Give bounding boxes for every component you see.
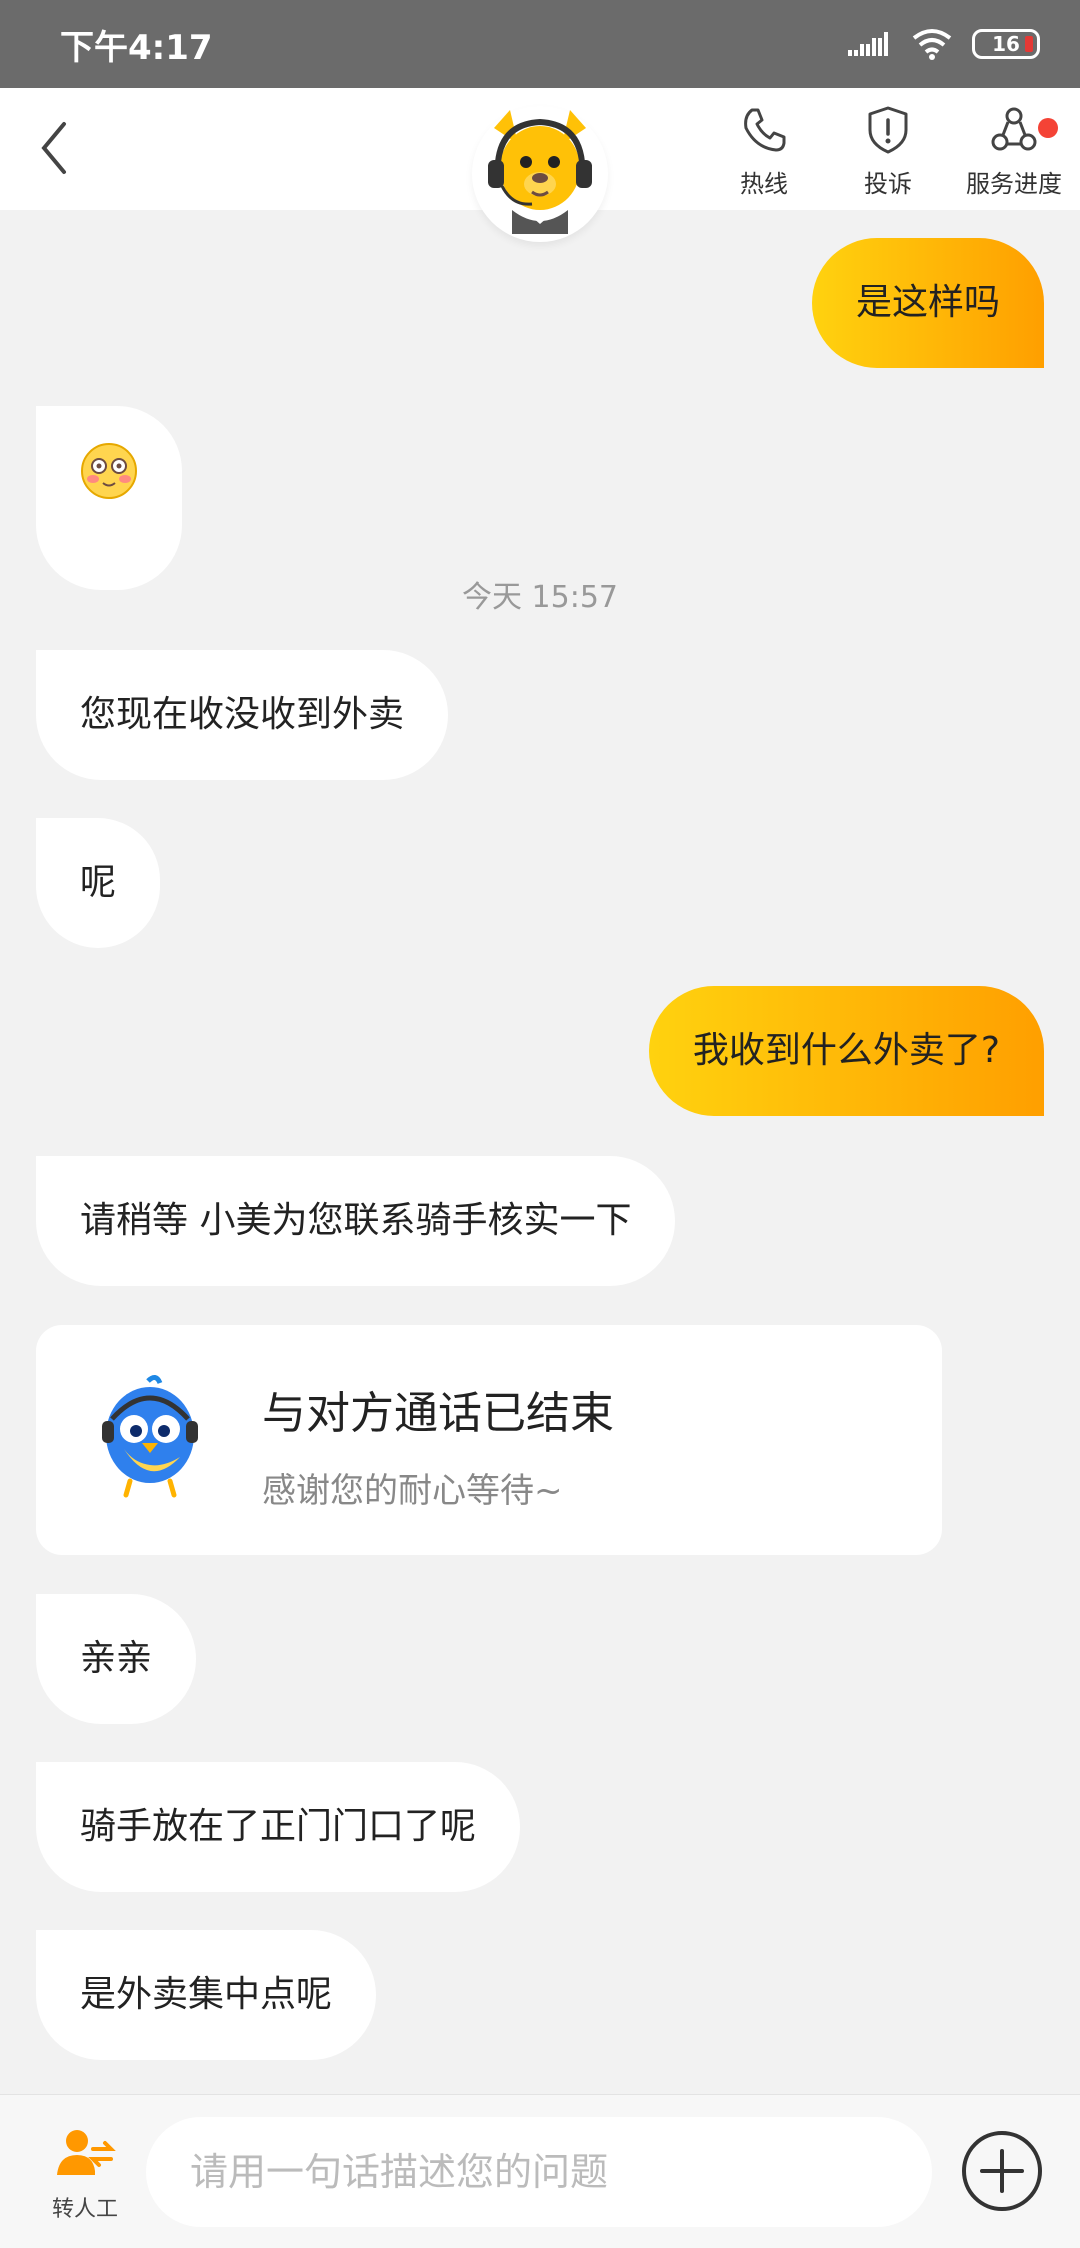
service-progress-label: 服务进度 xyxy=(966,170,1062,198)
message-bubble-incoming[interactable]: 骑手放在了正门门口了呢 xyxy=(36,1762,521,1892)
status-bar: 下午4:17 16 xyxy=(0,0,1080,88)
battery-level: 16 xyxy=(992,32,1020,56)
status-time: 下午4:17 xyxy=(60,28,213,68)
transfer-label: 转人工 xyxy=(51,2197,118,2222)
more-options-button[interactable] xyxy=(960,2129,1044,2213)
transfer-to-human-button[interactable]: 转人工 xyxy=(40,2125,130,2223)
hotline-label: 热线 xyxy=(740,170,788,198)
complaint-label: 投诉 xyxy=(864,170,912,198)
call-ended-subtitle: 感谢您的耐心等待~ xyxy=(262,1471,563,1511)
message-bubble-incoming[interactable] xyxy=(36,406,182,590)
progress-nodes-icon xyxy=(991,107,1037,151)
signal-icon xyxy=(848,32,888,56)
service-progress-button[interactable]: 服务进度 xyxy=(954,104,1074,199)
transfer-agent-icon xyxy=(57,2130,116,2175)
plus-circle-icon xyxy=(962,2131,1042,2211)
input-bar: 转人工 xyxy=(0,2094,1080,2248)
complaint-button[interactable]: 投诉 xyxy=(828,104,948,199)
shield-alert-icon xyxy=(868,106,908,154)
phone-icon xyxy=(744,108,786,152)
chevron-left-icon xyxy=(41,122,66,174)
call-ended-title: 与对方通话已结束 xyxy=(262,1388,614,1439)
wifi-icon xyxy=(912,29,952,60)
call-ended-card[interactable]: 与对方通话已结束 感谢您的耐心等待~ xyxy=(36,1325,942,1555)
hotline-button[interactable]: 热线 xyxy=(704,104,824,199)
message-input[interactable] xyxy=(146,2117,932,2227)
message-bubble-incoming[interactable]: 请稍等 小美为您联系骑手核实一下 xyxy=(36,1156,676,1286)
message-bubble-incoming[interactable]: 亲亲 xyxy=(36,1594,197,1724)
message-bubble-outgoing[interactable]: 我收到什么外卖了? xyxy=(648,986,1044,1116)
status-icons: 16 xyxy=(848,26,1040,62)
message-timestamp: 今天 15:57 xyxy=(462,580,618,615)
chat-header: 热线 投诉 服务进度 xyxy=(0,88,1080,242)
blushing-face-emoji-icon xyxy=(81,443,137,499)
battery-indicator: 16 xyxy=(972,29,1040,59)
message-bubble-incoming[interactable]: 呢 xyxy=(36,818,161,948)
notification-dot xyxy=(1038,118,1058,138)
kangaroo-agent-avatar-icon xyxy=(488,110,592,234)
agent-avatar xyxy=(472,106,608,242)
back-button[interactable] xyxy=(30,118,90,178)
message-bubble-incoming[interactable]: 是外卖集中点呢 xyxy=(36,1930,377,2060)
message-bubble-incoming[interactable]: 您现在收没收到外卖 xyxy=(36,650,449,780)
bird-mascot-icon xyxy=(102,1375,198,1498)
message-bubble-outgoing[interactable]: 是这样吗 xyxy=(811,238,1044,368)
chat-messages: 是这样吗 今天 15:57 您现在收没收到外卖 呢 我收到什么外卖了? 请稍等 … xyxy=(0,210,1080,2090)
